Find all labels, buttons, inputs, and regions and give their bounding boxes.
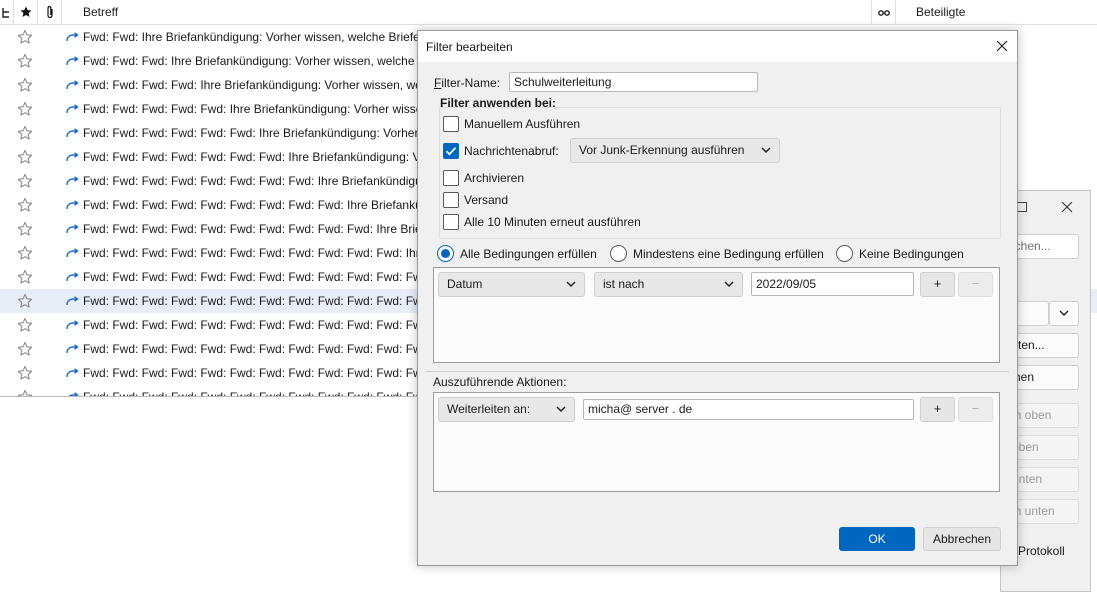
periodic-checkbox[interactable]: [443, 214, 459, 230]
chevron-down-icon: [761, 147, 771, 154]
actions-label: Auszuführende Aktionen:: [433, 375, 567, 389]
forwarded-icon: [66, 248, 79, 258]
star-icon[interactable]: [17, 125, 33, 141]
maximize-icon[interactable]: [1017, 202, 1027, 212]
filter-name-input[interactable]: Schulweiterleitung: [509, 72, 758, 92]
forwarded-icon: [66, 104, 79, 114]
edit-filter-dialog: Filter bearbeiten Filter-Name: Schulweit…: [417, 30, 1018, 566]
match-all-radio[interactable]: [437, 245, 454, 262]
filter-name-label: Filter-Name:: [434, 76, 501, 90]
subject-column-header[interactable]: Betreff: [62, 0, 872, 25]
match-none-radio[interactable]: [836, 245, 853, 262]
action-type-select[interactable]: Weiterleiten an:: [438, 397, 575, 422]
chevron-down-icon: [724, 281, 734, 288]
add-condition-button[interactable]: +: [920, 272, 955, 297]
dialog-title: Filter bearbeiten: [426, 40, 513, 54]
read-column-header[interactable]: [872, 0, 896, 25]
chevron-down-icon: [1059, 310, 1069, 317]
forwarded-icon: [66, 296, 79, 306]
star-icon[interactable]: [17, 365, 33, 381]
star-icon[interactable]: [17, 245, 33, 261]
list-divider: [0, 396, 420, 397]
star-icon[interactable]: [17, 149, 33, 165]
add-action-button[interactable]: +: [920, 397, 955, 422]
forwarded-icon: [66, 128, 79, 138]
forwarded-icon: [66, 56, 79, 66]
forwarded-icon: [66, 32, 79, 42]
forwarded-icon: [66, 80, 79, 90]
star-column-header[interactable]: [14, 0, 38, 25]
actions-list: Weiterleiten an: micha@ server . de + −: [433, 392, 1000, 492]
message-subject: Fwd: Fwd: Ihre Briefankündigung: Vorher …: [83, 30, 470, 44]
forwarded-icon: [66, 344, 79, 354]
new-filter-dropdown-button[interactable]: [1049, 301, 1079, 326]
glasses-icon: [878, 10, 890, 16]
star-icon[interactable]: [17, 341, 33, 357]
condition-operator-select[interactable]: ist nach: [594, 272, 743, 297]
star-icon[interactable]: [17, 173, 33, 189]
star-icon[interactable]: [17, 317, 33, 333]
forwarded-icon: [66, 224, 79, 234]
action-target-input[interactable]: micha@ server . de: [583, 399, 914, 420]
condition-value-input[interactable]: 2022/09/05: [751, 272, 914, 296]
manual-run-checkbox[interactable]: [443, 116, 459, 132]
participants-column-header[interactable]: Beteiligte: [896, 0, 1097, 25]
periodic-label: Alle 10 Minuten erneut ausführen: [464, 215, 641, 229]
send-label: Versand: [464, 193, 509, 207]
manual-run-label: Manuellem Ausführen: [464, 117, 581, 131]
dialog-close-button[interactable]: [986, 31, 1017, 62]
checkmark-icon: [445, 147, 457, 156]
message-list-header: Betreff Beteiligte: [0, 0, 1097, 25]
star-icon[interactable]: [17, 53, 33, 69]
star-icon[interactable]: [17, 221, 33, 237]
section-separator: [426, 371, 1009, 372]
action-type-value: Weiterleiten an:: [447, 402, 531, 416]
star-icon[interactable]: [17, 269, 33, 285]
fetch-timing-select[interactable]: Vor Junk-Erkennung ausführen: [570, 138, 780, 163]
attachment-column-header[interactable]: [38, 0, 62, 25]
participants-header-label: Beteiligte: [916, 5, 966, 19]
match-any-radio[interactable]: [610, 245, 627, 262]
star-icon[interactable]: [17, 101, 33, 117]
apply-when-panel: Manuellem Ausführen Nachrichtenabruf: Vo…: [439, 107, 1001, 239]
conditions-list: Datum ist nach 2022/09/05 + −: [433, 267, 1000, 363]
star-icon[interactable]: [17, 77, 33, 93]
subject-header-label: Betreff: [83, 5, 119, 19]
forwarded-icon: [66, 200, 79, 210]
star-icon[interactable]: [17, 293, 33, 309]
paperclip-icon: [47, 6, 53, 19]
match-any-label: Mindestens eine Bedingung erfüllen: [633, 247, 824, 261]
log-button[interactable]: Protokoll: [1015, 539, 1081, 564]
star-icon: [20, 6, 32, 17]
cancel-button[interactable]: Abbrechen: [923, 527, 1001, 551]
archive-label: Archivieren: [464, 171, 525, 185]
fetch-timing-value: Vor Junk-Erkennung ausführen: [579, 143, 745, 157]
chevron-down-icon: [566, 281, 576, 288]
match-none-label: Keine Bedingungen: [859, 247, 964, 261]
forwarded-icon: [66, 368, 79, 378]
chevron-down-icon: [556, 406, 566, 413]
condition-field-value: Datum: [447, 277, 483, 291]
archive-checkbox[interactable]: [443, 170, 459, 186]
star-icon[interactable]: [17, 29, 33, 45]
forwarded-icon: [66, 320, 79, 330]
star-icon[interactable]: [17, 197, 33, 213]
forwarded-icon: [66, 272, 79, 282]
remove-action-button[interactable]: −: [958, 397, 993, 422]
condition-field-select[interactable]: Datum: [438, 272, 585, 297]
remove-condition-button[interactable]: −: [958, 272, 993, 297]
dialog-titlebar: Filter bearbeiten: [418, 31, 1017, 62]
match-all-label: Alle Bedingungen erfüllen: [460, 247, 597, 261]
forwarded-icon: [66, 176, 79, 186]
thread-icon: [2, 8, 9, 18]
fetch-label: Nachrichtenabruf:: [464, 144, 559, 158]
fetch-checkbox[interactable]: [443, 143, 459, 159]
close-icon[interactable]: [1061, 201, 1073, 213]
forwarded-icon: [66, 152, 79, 162]
close-icon: [996, 40, 1008, 52]
condition-operator-value: ist nach: [603, 277, 645, 291]
thread-column-header[interactable]: [0, 0, 14, 25]
send-checkbox[interactable]: [443, 192, 459, 208]
ok-button[interactable]: OK: [839, 527, 915, 551]
